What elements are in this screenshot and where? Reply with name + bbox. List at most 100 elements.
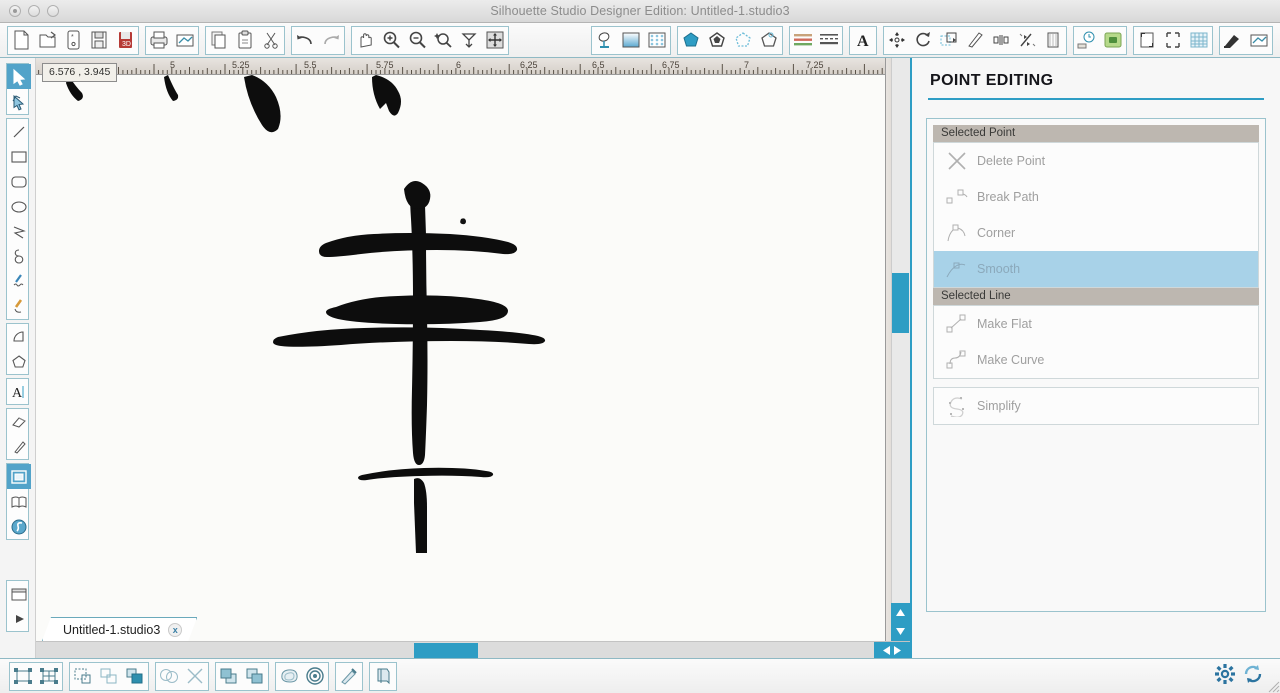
- group-button[interactable]: [10, 663, 36, 690]
- send-button[interactable]: [1246, 27, 1272, 54]
- horizontal-scrollbar-thumb[interactable]: [414, 643, 478, 658]
- paste-button[interactable]: [232, 27, 258, 54]
- freehand-tool[interactable]: [7, 269, 31, 294]
- line-color-button[interactable]: [704, 27, 730, 54]
- smooth-label: Smooth: [977, 262, 1021, 276]
- new-document-button[interactable]: [8, 27, 34, 54]
- new-from-library-button[interactable]: *: [60, 27, 86, 54]
- fit-to-window-button[interactable]: [482, 27, 508, 54]
- polygon-tool[interactable]: [7, 219, 31, 244]
- ruler-label-h-1: 5.25: [232, 60, 250, 70]
- corner-button[interactable]: Corner: [934, 215, 1258, 251]
- preferences-button[interactable]: [1214, 663, 1236, 690]
- highlighter-button[interactable]: [1220, 27, 1246, 54]
- close-tab-button[interactable]: x: [168, 623, 182, 637]
- cut-settings-button[interactable]: [1160, 27, 1186, 54]
- sketch-style-button[interactable]: [730, 27, 756, 54]
- grid-button[interactable]: [1186, 27, 1212, 54]
- horizontal-scrollbar-track[interactable]: [36, 641, 910, 658]
- layers-button[interactable]: [370, 663, 396, 690]
- eyedropper-button[interactable]: [336, 663, 362, 690]
- offset-shape-button[interactable]: [276, 663, 302, 690]
- arc-tool[interactable]: [7, 324, 31, 349]
- replicate-button[interactable]: [936, 27, 962, 54]
- registration-marks-button[interactable]: [1134, 27, 1160, 54]
- align-button[interactable]: [988, 27, 1014, 54]
- play-tool[interactable]: [7, 606, 31, 631]
- regular-polygon-tool[interactable]: [7, 349, 31, 374]
- simplify-button[interactable]: Simplify: [934, 388, 1258, 424]
- transform-button[interactable]: [884, 27, 910, 54]
- horizontal-ruler[interactable]: 5 5.25 5.5 5.75 6 6.25 6.5 6.75 7 7.25: [36, 58, 910, 75]
- library-tool[interactable]: [7, 489, 31, 514]
- trace-button[interactable]: [1074, 27, 1100, 54]
- dash-style-button[interactable]: [816, 27, 842, 54]
- fill-color-button[interactable]: [678, 27, 704, 54]
- save-button[interactable]: [86, 27, 112, 54]
- page-setup-button[interactable]: [592, 27, 618, 54]
- document-tab[interactable]: Untitled-1.studio3 x: [42, 617, 197, 641]
- undo-button[interactable]: [292, 27, 318, 54]
- rotate-button[interactable]: [910, 27, 936, 54]
- send-to-back-button[interactable]: [242, 663, 268, 690]
- sync-button[interactable]: [1242, 663, 1264, 690]
- zoom-out-button[interactable]: [404, 27, 430, 54]
- zoom-selection-button[interactable]: [430, 27, 456, 54]
- send-to-silhouette-button[interactable]: [172, 27, 198, 54]
- line-thickness-button[interactable]: [790, 27, 816, 54]
- smooth-button[interactable]: Smooth: [934, 251, 1258, 287]
- subtract-button[interactable]: [182, 663, 208, 690]
- ruler-label-h-7: 6.75: [662, 60, 680, 70]
- offset-button[interactable]: [1040, 27, 1066, 54]
- break-path-button[interactable]: Break Path: [934, 179, 1258, 215]
- line-style-button[interactable]: [756, 27, 782, 54]
- rounded-rectangle-tool[interactable]: [7, 169, 31, 194]
- internal-offset-button[interactable]: [302, 663, 328, 690]
- make-curve-button[interactable]: Make Curve: [934, 342, 1258, 378]
- design-page-tool[interactable]: [7, 464, 31, 489]
- release-compound-path-button[interactable]: [96, 663, 122, 690]
- text-tool[interactable]: A: [7, 379, 31, 404]
- fit-to-page-button[interactable]: [456, 27, 482, 54]
- eraser-tool[interactable]: [7, 409, 31, 434]
- redo-button[interactable]: [318, 27, 344, 54]
- canvas-work-area[interactable]: 5 5.25 5.5 5.75 6 6.25 6.5 6.75 7 7.25 3…: [36, 58, 910, 658]
- store-tool[interactable]: [7, 514, 31, 539]
- cut-button[interactable]: [258, 27, 284, 54]
- delete-point-button[interactable]: Delete Point: [934, 143, 1258, 179]
- intersect-button[interactable]: [156, 663, 182, 690]
- curve-shape-tool[interactable]: [7, 244, 31, 269]
- rectangle-tool[interactable]: [7, 144, 31, 169]
- ungroup-button[interactable]: [36, 663, 62, 690]
- pan-tool-button[interactable]: [352, 27, 378, 54]
- window-resize-grip[interactable]: [1264, 677, 1280, 693]
- print-button[interactable]: [146, 27, 172, 54]
- save-as-3d-button[interactable]: 3D: [112, 27, 138, 54]
- pattern-fill-button[interactable]: [644, 27, 670, 54]
- open-document-button[interactable]: [34, 27, 60, 54]
- bring-to-front-button[interactable]: [216, 663, 242, 690]
- select-tool[interactable]: [7, 64, 31, 89]
- make-flat-button[interactable]: Make Flat: [934, 306, 1258, 342]
- knife-button[interactable]: [962, 27, 988, 54]
- vertical-scrollbar-track[interactable]: [891, 58, 910, 641]
- pixscan-button[interactable]: [1100, 27, 1126, 54]
- ellipse-tool[interactable]: [7, 194, 31, 219]
- fill-gradient-button[interactable]: [618, 27, 644, 54]
- weld-button[interactable]: [122, 663, 148, 690]
- zoom-in-button[interactable]: [378, 27, 404, 54]
- delete-point-label: Delete Point: [977, 154, 1046, 168]
- smooth-freehand-tool[interactable]: [7, 294, 31, 319]
- edit-points-tool[interactable]: [7, 89, 31, 114]
- copy-button[interactable]: [206, 27, 232, 54]
- modify-button[interactable]: [1014, 27, 1040, 54]
- line-tool[interactable]: [7, 119, 31, 144]
- vertical-scrollbar-thumb[interactable]: [892, 273, 909, 333]
- artwork-calligraphy[interactable]: [36, 75, 885, 641]
- horizontal-scroll-buttons[interactable]: [874, 642, 910, 658]
- design-canvas[interactable]: [36, 75, 885, 641]
- send-panel-tool[interactable]: [7, 581, 31, 606]
- text-style-button[interactable]: A: [850, 27, 876, 54]
- make-compound-path-button[interactable]: [70, 663, 96, 690]
- knife-tool[interactable]: [7, 434, 31, 459]
